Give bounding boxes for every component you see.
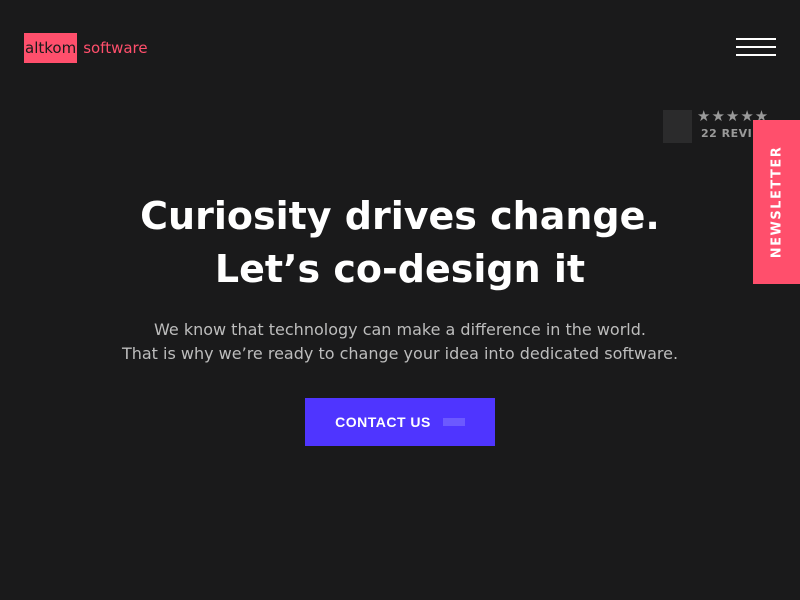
hero-subtitle-line: That is why we’re ready to change your i… [121, 344, 679, 363]
logo-wordmark: software [83, 39, 148, 57]
logo[interactable]: altkom software [24, 33, 148, 63]
review-badge-image [663, 110, 692, 143]
arrow-right-icon [442, 418, 465, 426]
hamburger-line [736, 46, 776, 48]
hero-title-line: Let’s co-design it [214, 247, 586, 291]
hero-subtitle-line: We know that technology can make a diffe… [154, 320, 646, 339]
hero-title: Curiosity drives change. Let’s co-design… [0, 190, 800, 296]
hero-subtitle: We know that technology can make a diffe… [0, 318, 800, 366]
logo-mark: altkom [24, 33, 78, 63]
contact-us-label: CONTACT US [335, 414, 431, 430]
page: altkom software ★★★★★ 22 REVIE NEWSLETTE… [0, 0, 800, 600]
hamburger-line [736, 54, 776, 56]
hamburger-menu-icon[interactable] [736, 38, 776, 57]
hamburger-line [736, 38, 776, 40]
review-count: 22 REVIE [701, 127, 761, 140]
hero-title-line: Curiosity drives change. [140, 194, 660, 238]
contact-us-button[interactable]: CONTACT US [305, 398, 495, 446]
